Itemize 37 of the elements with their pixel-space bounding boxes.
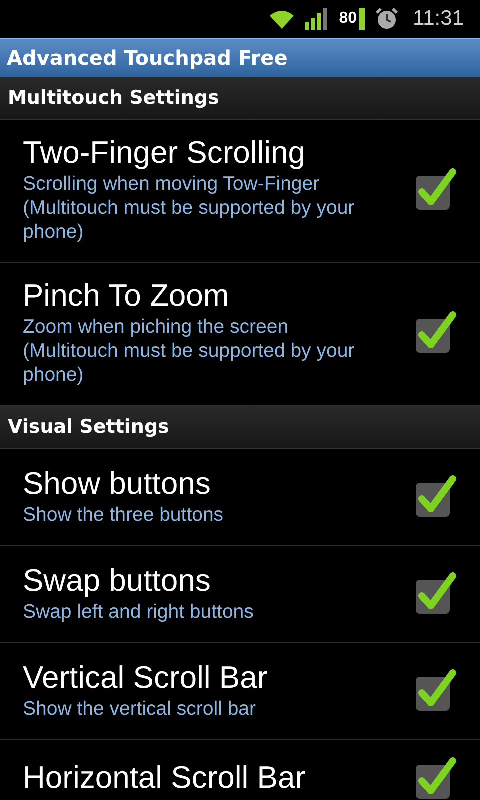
preference-row[interactable]: Vertical Scroll Bar Show the vertical scroll bar [0, 643, 480, 740]
preference-title: Pinch To Zoom [23, 277, 230, 315]
check-icon [418, 168, 456, 206]
battery-level: 80 [339, 10, 357, 28]
checkbox[interactable] [416, 668, 458, 712]
preference-title: Horizontal Scroll Bar [23, 759, 307, 797]
wifi-icon [269, 9, 296, 29]
preference-title: Vertical Scroll Bar [23, 659, 269, 697]
preference-row[interactable]: Swap buttons Swap left and right buttons [0, 546, 480, 643]
section-title: Multitouch Settings [8, 87, 220, 109]
preference-summary: Zoom when piching the screen (Multitouch must be supported by your phone) [23, 315, 356, 387]
check-icon [418, 670, 456, 706]
section-title: Visual Settings [8, 416, 170, 438]
alarm-clock-icon [375, 7, 399, 31]
preference-summary: Show the three buttons [23, 503, 225, 527]
preference-summary: Scrolling when moving Tow-Finger (Multitouch must be supported by your phone) [23, 172, 356, 244]
preference-summary: Show the vertical scroll bar [23, 697, 258, 721]
clock-time: 11:31 [413, 7, 464, 31]
preference-summary: Swap left and right buttons [23, 600, 255, 624]
checkbox[interactable] [416, 167, 458, 211]
checkbox[interactable] [416, 571, 458, 615]
preference-row[interactable]: Show buttons Show the three buttons [0, 449, 480, 546]
checkbox[interactable] [416, 474, 458, 518]
battery-icon [359, 8, 365, 30]
check-icon [418, 572, 456, 610]
check-icon [418, 758, 456, 794]
checkbox[interactable] [416, 310, 458, 354]
check-icon [418, 476, 456, 512]
preference-title: Show buttons [23, 465, 212, 503]
preference-row[interactable]: Two-Finger Scrolling Scrolling when moving Tow-Finger (Multitouch must be supported by your phone) [0, 120, 480, 263]
app-title: Advanced Touchpad Free [7, 46, 288, 70]
signal-icon [305, 8, 330, 30]
preference-row[interactable]: Horizontal Scroll Bar [0, 740, 480, 800]
preference-title: Two-Finger Scrolling [23, 134, 307, 172]
check-icon [418, 312, 456, 348]
preference-title: Swap buttons [23, 562, 212, 600]
checkbox[interactable] [416, 756, 458, 800]
